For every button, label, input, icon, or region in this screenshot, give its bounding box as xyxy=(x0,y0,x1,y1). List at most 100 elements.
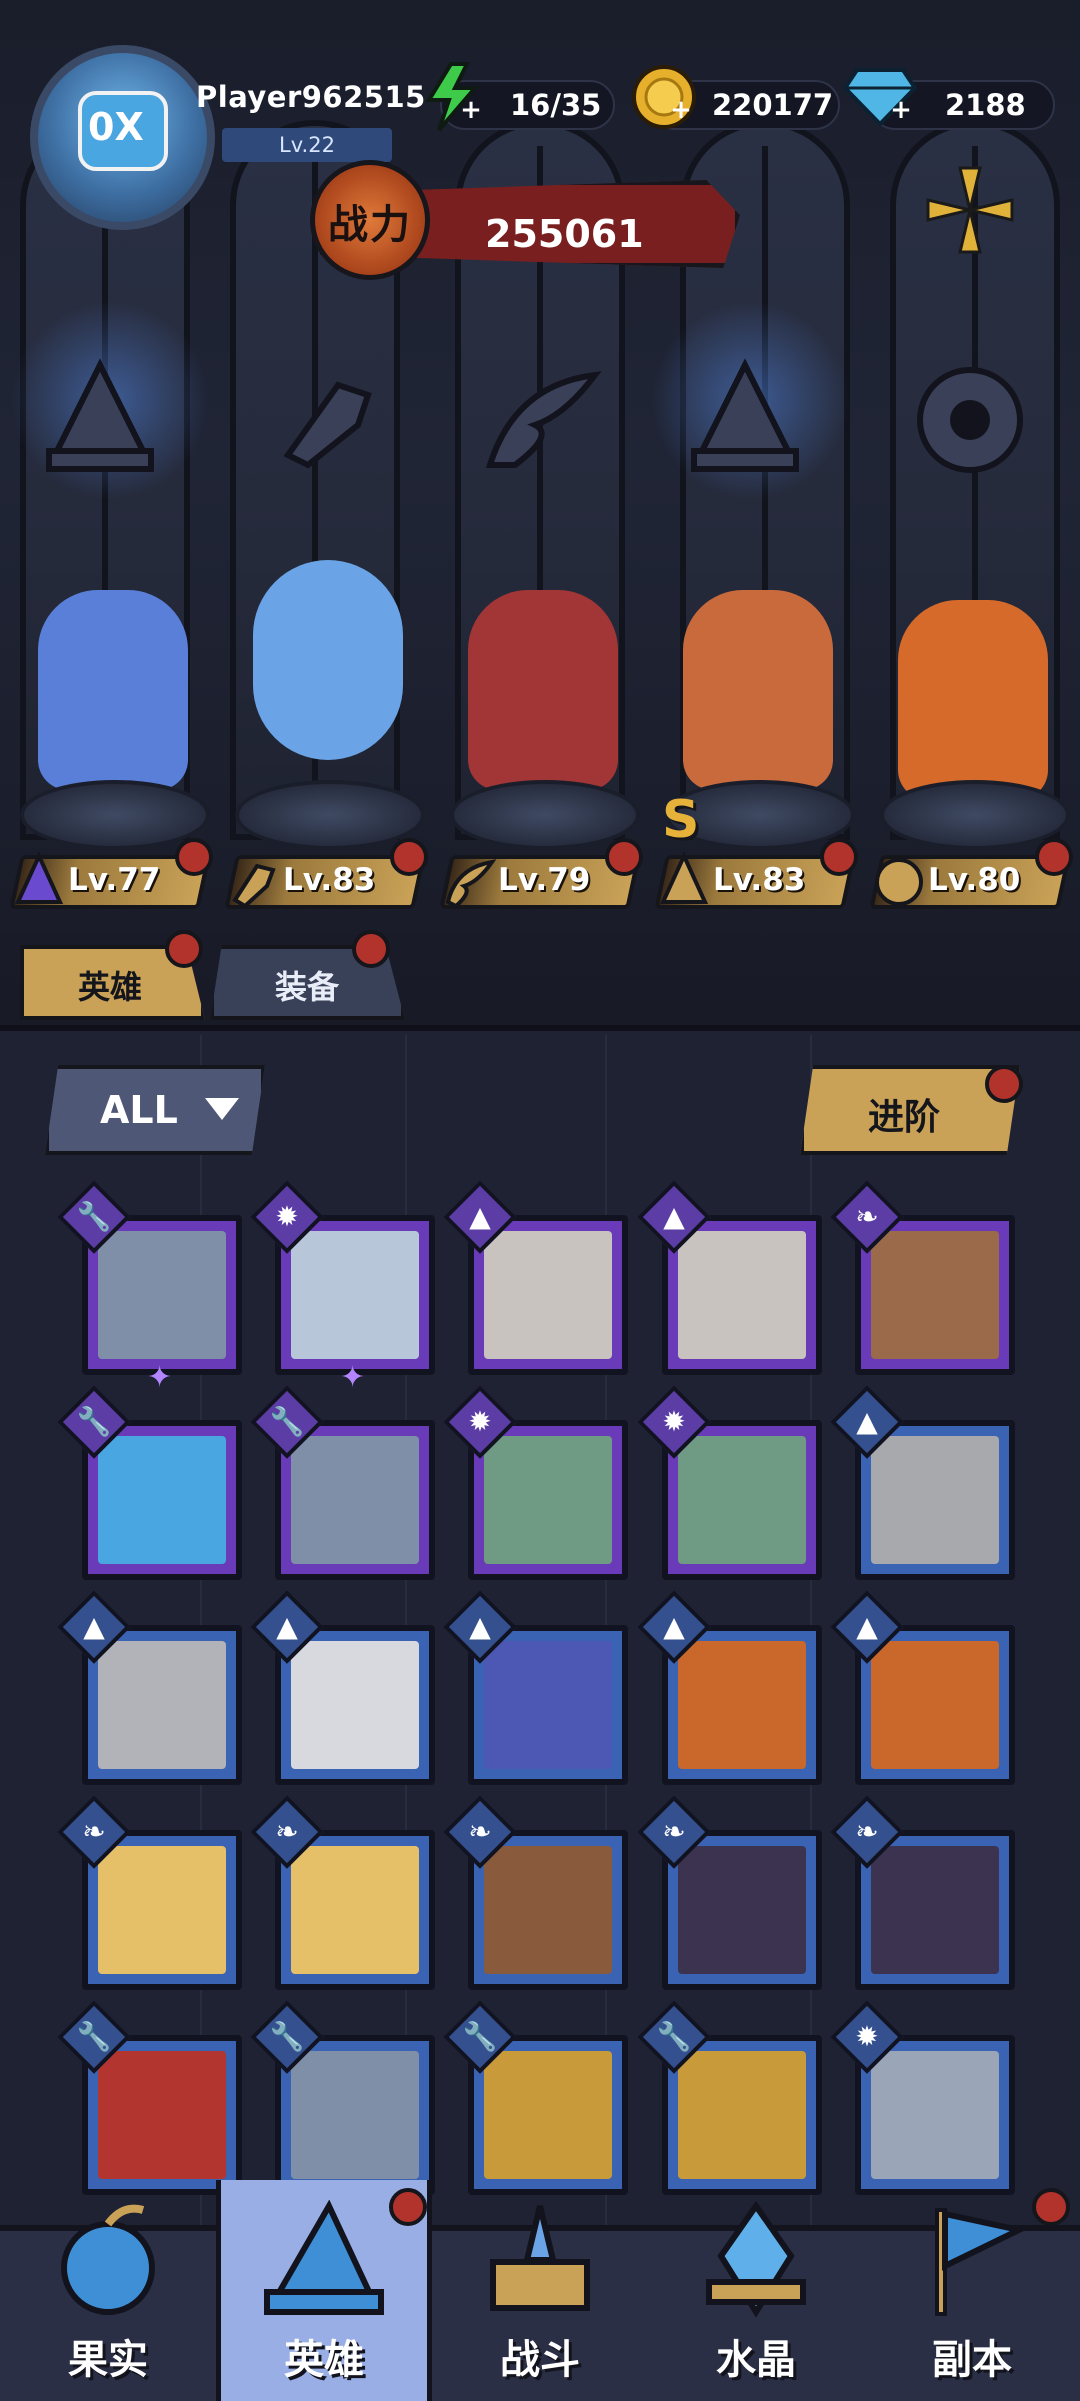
warrior-glyph: 🔧 xyxy=(76,1405,112,1438)
hero-portrait xyxy=(678,1231,806,1359)
beast-glyph: ✹ xyxy=(855,2020,879,2053)
hero-figure-warrior[interactable] xyxy=(253,560,403,760)
gold-plus-icon[interactable]: + xyxy=(668,97,694,124)
nav-label: 英雄 xyxy=(284,2337,364,2383)
rogue-glyph: ❧ xyxy=(468,1815,492,1848)
mage-glyph: ▲ xyxy=(856,1405,878,1438)
hero-figure-beast[interactable] xyxy=(898,600,1048,800)
gold-value: 220177 xyxy=(712,88,834,122)
hero-figure-rogue[interactable] xyxy=(468,590,618,790)
hero-portrait xyxy=(98,1231,226,1359)
sword-book-icon xyxy=(475,2200,605,2320)
notification-dot xyxy=(605,838,643,876)
mage-class-icon xyxy=(657,851,711,912)
star-icon: ✦ xyxy=(340,1360,366,1395)
hero-figure-mage[interactable] xyxy=(38,590,188,790)
hero-portrait xyxy=(871,1231,999,1359)
tab-equipment-label: 装备 xyxy=(275,968,340,1006)
mage-glyph: ▲ xyxy=(663,1610,685,1643)
fruit-icon xyxy=(43,2200,173,2320)
beast-glyph: ✹ xyxy=(468,1405,492,1438)
warrior-glyph: 🔧 xyxy=(76,2020,112,2053)
nav-label: 水晶 xyxy=(716,2337,796,2383)
mage-glyph: ▲ xyxy=(469,1610,491,1643)
notification-dot xyxy=(352,930,390,968)
flag-icon xyxy=(907,2200,1037,2320)
chevron-down-icon xyxy=(205,1098,239,1120)
hero-level: Lv.77 xyxy=(68,862,161,898)
crystal-icon xyxy=(691,2200,821,2320)
notification-dot xyxy=(820,838,858,876)
warrior-glyph: 🔧 xyxy=(656,2020,692,2053)
star-icon: ✦ xyxy=(147,1360,173,1395)
player-level: Lv.22 xyxy=(222,128,392,162)
hero-portrait xyxy=(871,1436,999,1564)
notification-dot xyxy=(165,930,203,968)
rogue-glyph: ❧ xyxy=(275,1815,299,1848)
wrench-class-icon[interactable] xyxy=(258,355,388,485)
hero-portrait xyxy=(98,1436,226,1564)
mage-hat-class-icon[interactable] xyxy=(35,355,165,485)
hero-portrait xyxy=(291,2051,419,2179)
notification-dot xyxy=(390,838,428,876)
mage-glyph: ▲ xyxy=(663,1200,685,1233)
hero-pedestal xyxy=(20,780,210,850)
energy-value: 16/35 xyxy=(510,88,602,122)
wing-class-icon xyxy=(442,852,497,912)
hero-portrait xyxy=(678,1641,806,1769)
rogue-glyph: ❧ xyxy=(662,1815,686,1848)
wrench-class-icon xyxy=(227,852,281,912)
mage-glyph: ▲ xyxy=(276,1610,298,1643)
notification-dot xyxy=(985,1065,1023,1103)
nav-item[interactable]: 副本 xyxy=(864,2180,1080,2401)
mage-glyph: ▲ xyxy=(856,1610,878,1643)
hero-pedestal xyxy=(880,780,1070,850)
gem-value: 2188 xyxy=(945,88,1026,122)
hero-portrait xyxy=(484,1436,612,1564)
beast-claw-class-icon[interactable] xyxy=(905,355,1035,485)
hero-level: Lv.83 xyxy=(713,862,806,898)
nav-item[interactable]: 水晶 xyxy=(648,2180,864,2401)
player-name: Player962515 xyxy=(196,80,426,114)
mage-glyph: ▲ xyxy=(469,1200,491,1233)
avatar-text: 0X xyxy=(88,105,144,149)
hero-portrait xyxy=(98,2051,226,2179)
player-avatar[interactable]: 0X xyxy=(30,45,215,230)
warrior-glyph: 🔧 xyxy=(269,2020,305,2053)
mage-hat-class-icon[interactable] xyxy=(680,355,810,485)
hero-figure-mage[interactable] xyxy=(683,590,833,790)
power-value: 255061 xyxy=(485,212,644,256)
warrior-glyph: 🔧 xyxy=(269,1405,305,1438)
hero-portrait xyxy=(871,1641,999,1769)
power-label: 战力 xyxy=(328,202,412,248)
hero-level: Lv.79 xyxy=(498,862,591,898)
tab-heroes-label: 英雄 xyxy=(78,968,143,1006)
beast-glyph: ✹ xyxy=(275,1200,299,1233)
hero-portrait xyxy=(678,2051,806,2179)
warrior-glyph: 🔧 xyxy=(462,2020,498,2053)
wing-class-icon[interactable] xyxy=(475,355,605,485)
energy-plus-icon[interactable]: + xyxy=(458,97,484,124)
nav-label: 果实 xyxy=(68,2337,148,2383)
gem-plus-icon[interactable]: + xyxy=(888,97,914,124)
hero-portrait xyxy=(871,1846,999,1974)
hero-level: Lv.80 xyxy=(928,862,1021,898)
rogue-glyph: ❧ xyxy=(855,1200,879,1233)
notification-dot xyxy=(175,838,213,876)
nav-item[interactable]: 果实 xyxy=(0,2180,216,2401)
hero-portrait xyxy=(291,1436,419,1564)
hero-portrait xyxy=(484,1846,612,1974)
nav-item[interactable]: 英雄 xyxy=(216,2180,432,2401)
mage-glyph: ▲ xyxy=(83,1610,105,1643)
beast-glyph: ✹ xyxy=(662,1405,686,1438)
hero-rank-badge: S xyxy=(662,790,700,850)
hero-portrait xyxy=(98,1641,226,1769)
settings-pinwheel-icon[interactable] xyxy=(920,160,1020,260)
hero-pedestal xyxy=(235,780,425,850)
hero-portrait xyxy=(484,2051,612,2179)
hero-portrait xyxy=(484,1641,612,1769)
hero-portrait xyxy=(98,1846,226,1974)
nav-label: 战斗 xyxy=(500,2337,580,2383)
nav-item[interactable]: 战斗 xyxy=(432,2180,648,2401)
hero-portrait xyxy=(291,1846,419,1974)
